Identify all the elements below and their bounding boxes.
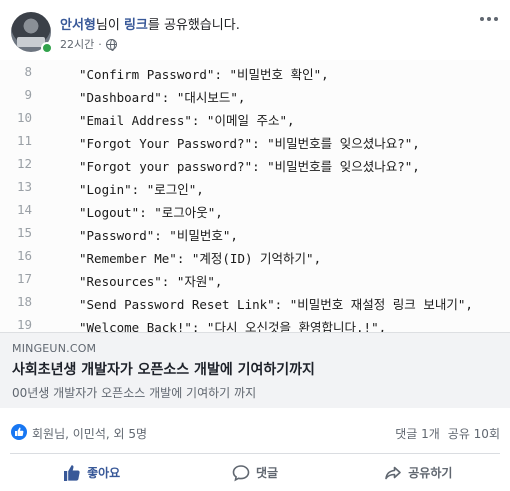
line-number: 13 <box>16 179 32 194</box>
code-text: "Confirm Password": "비밀번호 확인", <box>79 67 329 82</box>
more-options-button[interactable] <box>480 14 500 24</box>
headline-text-post: 를 공유했습니다. <box>147 18 240 33</box>
comment-label: 댓글 <box>255 466 279 480</box>
code-line: 11 "Forgot Your Password?": "비밀번호를 잊으셨나요?… <box>0 133 510 156</box>
code-text: "Forgot your password?": "비밀번호를 잊으셨나요?", <box>79 159 420 174</box>
code-line: 19 "Welcome Back!": "다시 오신것을 환영합니다.!", <box>0 317 510 332</box>
code-line: 10 "Email Address": "이메일 주소", <box>0 110 510 133</box>
code-text: "Resources": "자원", <box>79 274 223 289</box>
code-text: "Email Address": "이메일 주소", <box>79 113 295 128</box>
reaction-stats: 회원님, 이민석, 외 5명 댓글 1개 공유 10회 <box>0 408 510 453</box>
globe-icon[interactable] <box>105 38 117 51</box>
line-number: 14 <box>16 202 32 217</box>
post-meta: 22시간 · <box>60 36 117 52</box>
line-number: 8 <box>24 64 32 79</box>
thumbs-up-icon <box>64 464 80 481</box>
like-button[interactable]: 좋아요 <box>10 454 173 491</box>
post-time[interactable]: 22시간 <box>60 36 94 52</box>
like-label: 좋아요 <box>87 466 121 480</box>
code-text: "Login": "로그인", <box>79 182 204 197</box>
code-line: 12 "Forgot your password?": "비밀번호를 잊으셨나요?… <box>0 156 510 179</box>
comment-button[interactable]: 댓글 <box>173 454 336 491</box>
code-line: 8 "Confirm Password": "비밀번호 확인", <box>0 64 510 87</box>
dot-separator: · <box>98 37 102 51</box>
code-text: "Dashboard": "대시보드", <box>79 90 246 105</box>
post-headline: 안서형님이 링크를 공유했습니다. <box>60 14 240 33</box>
line-number: 15 <box>16 225 32 240</box>
code-line: 15 "Password": "비밀번호", <box>0 225 510 248</box>
author-name[interactable]: 안서형 <box>60 18 96 33</box>
preview-domain: MINGEUN.COM <box>12 342 97 355</box>
code-line: 18 "Send Password Reset Link": "비밀번호 재설정 … <box>0 294 510 317</box>
shared-link-word[interactable]: 링크 <box>124 18 148 33</box>
share-button[interactable]: 공유하기 <box>337 454 500 491</box>
engagement-counts: 댓글 1개 공유 10회 <box>395 425 500 442</box>
post-action-bar: 좋아요 댓글 공유하기 <box>10 453 500 491</box>
share-label: 공유하기 <box>408 466 453 480</box>
online-status-indicator <box>41 42 53 54</box>
code-line: 13 "Login": "로그인", <box>0 179 510 202</box>
share-arrow-icon <box>385 466 402 479</box>
code-text: "Logout": "로그아웃", <box>79 205 223 220</box>
code-line: 17 "Resources": "자원", <box>0 271 510 294</box>
comment-bubble-icon <box>232 464 250 481</box>
link-preview-card[interactable]: MINGEUN.COM 사회초년생 개발자가 오픈소스 개발에 기여하기까지 0… <box>0 332 510 408</box>
code-text: "Remember Me": "계정(ID) 기억하기", <box>79 251 322 266</box>
code-line: 14 "Logout": "로그아웃", <box>0 202 510 225</box>
code-line: 9 "Dashboard": "대시보드", <box>0 87 510 110</box>
line-number: 10 <box>16 110 32 125</box>
code-text: "Send Password Reset Link": "비밀번호 재설정 링크… <box>79 297 473 312</box>
code-text: "Password": "비밀번호", <box>79 228 238 243</box>
share-count[interactable]: 공유 10회 <box>448 425 500 442</box>
more-icon-dot <box>487 17 491 21</box>
code-text: "Forgot Your Password?": "비밀번호를 잊으셨나요?", <box>79 136 420 151</box>
code-screenshot-image[interactable]: 8 "Confirm Password": "비밀번호 확인", 9 "Dashboa… <box>0 60 510 332</box>
line-number: 17 <box>16 271 32 286</box>
code-line: 16 "Remember Me": "계정(ID) 기억하기", <box>0 248 510 271</box>
more-icon-dot <box>494 17 498 21</box>
post-header: 안서형님이 링크를 공유했습니다. 22시간 · <box>0 0 510 60</box>
line-number: 9 <box>24 87 32 102</box>
preview-title[interactable]: 사회초년생 개발자가 오픈소스 개발에 기여하기까지 <box>12 359 315 379</box>
preview-description: 00년생 개발자가 오픈소스 개발에 기여하기 까지 <box>12 386 257 400</box>
line-number: 16 <box>16 248 32 263</box>
code-text: "Welcome Back!": "다시 오신것을 환영합니다.!", <box>79 320 387 332</box>
line-number: 12 <box>16 156 32 171</box>
reactors-list[interactable]: 회원님, 이민석, 외 5명 <box>32 425 147 442</box>
comment-count[interactable]: 댓글 1개 <box>395 425 440 442</box>
headline-text-pre: 님이 <box>95 18 124 33</box>
line-number: 18 <box>16 294 32 309</box>
like-reaction-icon[interactable] <box>11 424 27 440</box>
line-number: 11 <box>16 133 32 148</box>
line-number: 19 <box>16 317 32 332</box>
more-icon <box>480 17 484 21</box>
